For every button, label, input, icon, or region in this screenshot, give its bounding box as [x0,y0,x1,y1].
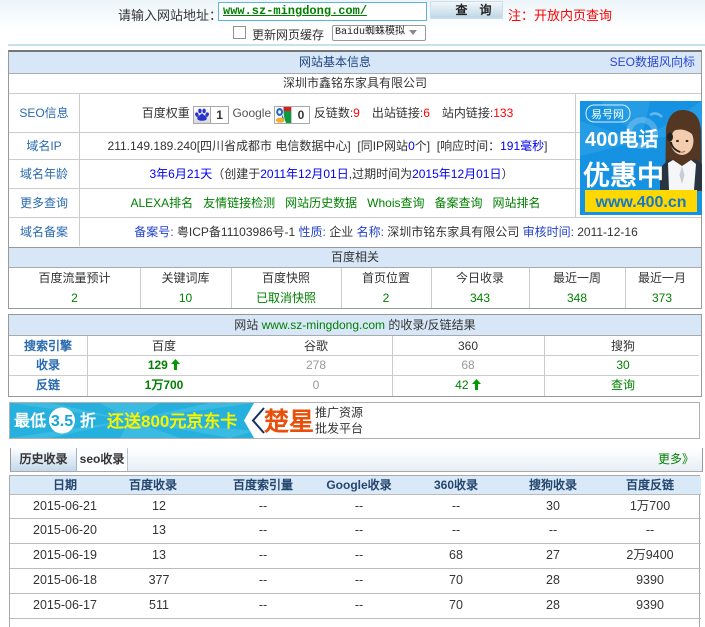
svg-text:易号网: 易号网 [591,108,624,121]
svg-text:3.5: 3.5 [51,413,73,430]
svg-text:www.400.cn: www.400.cn [595,194,687,211]
svg-text:最低: 最低 [14,411,46,430]
svg-text:推广资源: 推广资源 [315,406,363,420]
svg-text:楚星: 楚星 [264,408,314,436]
svg-text:批发平台: 批发平台 [315,421,363,436]
svg-text:400电话: 400电话 [585,128,658,151]
svg-text:还送800元京东卡: 还送800元京东卡 [106,411,237,431]
svg-text:折: 折 [80,411,96,430]
svg-text:优惠中: 优惠中 [583,161,664,191]
